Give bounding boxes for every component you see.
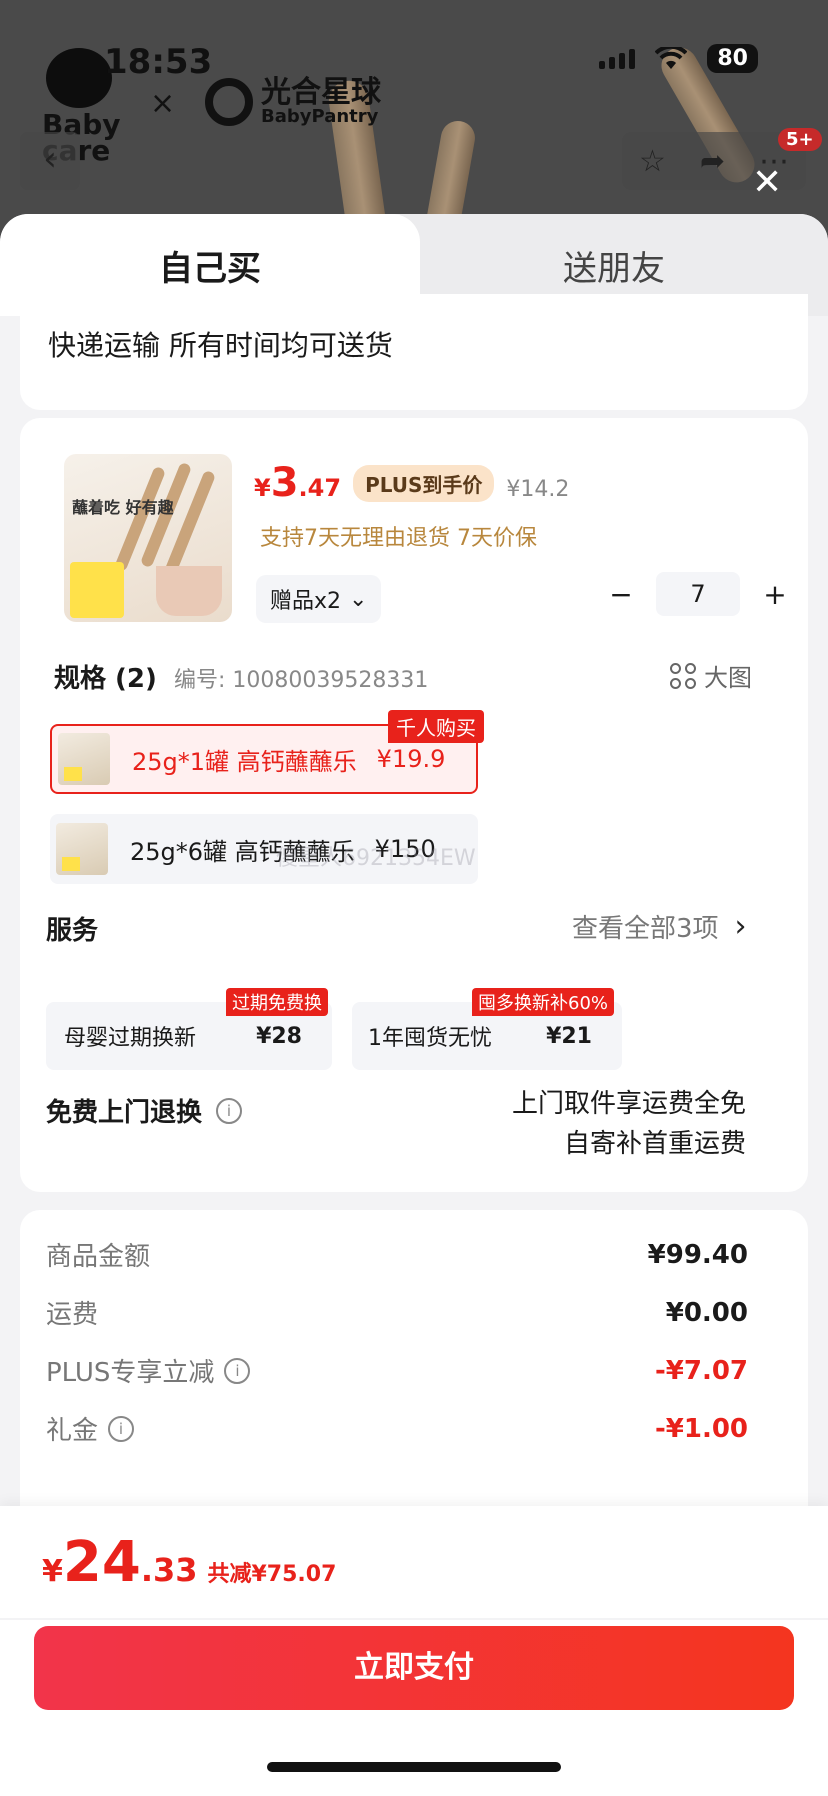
back-button[interactable]: ‹ [20, 132, 80, 190]
price-row: ¥3.47 PLUS到手价 ¥14.2 [254, 460, 569, 506]
brand-separator: × [150, 86, 176, 121]
service-price: ¥28 [256, 1023, 302, 1049]
chevron-right-icon: › [734, 909, 747, 944]
notification-badge: 5+ [778, 128, 822, 151]
spec-title: 规格 (2) [54, 664, 157, 694]
delivery-info: 快递运输 所有时间均可送货 [20, 294, 808, 410]
star-icon[interactable]: ☆ [639, 144, 666, 179]
checkout-footer: ¥24.33 共减¥75.07 立即支付 [0, 1506, 828, 1796]
sun-icon [205, 78, 253, 126]
option-price: ¥19.9 [376, 745, 446, 773]
status-icons: 80 [599, 44, 758, 73]
view-all-services[interactable]: 查看全部3项 › [572, 908, 747, 945]
babypantry-logo: 光合星球 BabyPantry [205, 78, 381, 126]
battery-icon: 80 [707, 44, 758, 73]
divider [0, 1618, 828, 1620]
watermark: 傻星人6921354EW [276, 846, 476, 871]
free-return-desc: 上门取件享运费全免 自寄补首重运费 [511, 1089, 746, 1159]
popular-badge: 千人购买 [388, 710, 484, 743]
increase-button[interactable]: + [756, 578, 794, 611]
status-time: 18:53 [104, 42, 213, 82]
option-thumbnail [56, 823, 108, 875]
return-support-text: 支持7天无理由退货 7天价保 [260, 526, 537, 551]
option-name: 25g*1罐 高钙蘸蘸乐 [132, 747, 357, 776]
gift-dropdown[interactable]: 赠品x2 ⌄ [256, 575, 382, 623]
price-summary: 商品金额 ¥99.40 运费 ¥0.00 PLUS专享立减 i -¥7.07 礼金… [20, 1210, 808, 1540]
product-code: 编号: 10080039528331 [174, 668, 429, 693]
big-image-label: 大图 [704, 664, 752, 692]
service-badge: 囤多换新补60% [472, 988, 615, 1016]
services-title: 服务 [46, 916, 99, 946]
service-name: 1年囤货无忧 [368, 1026, 492, 1051]
signal-icon [599, 48, 636, 69]
original-price: ¥14.2 [506, 477, 570, 502]
info-icon[interactable]: i [216, 1097, 243, 1124]
product-thumbnail[interactable]: 蘸着吃 好有趣 [64, 454, 232, 622]
pay-now-button[interactable]: 立即支付 [34, 1626, 794, 1710]
service-name: 母婴过期换新 [64, 1026, 197, 1051]
home-indicator [267, 1762, 561, 1772]
quantity-input[interactable]: 7 [656, 572, 740, 616]
summary-row: 商品金额 ¥99.40 [46, 1239, 748, 1273]
quantity-stepper: − 7 + [602, 572, 794, 616]
plus-price-tag: PLUS到手价 [353, 464, 495, 502]
total-price: ¥24.33 共减¥75.07 [42, 1530, 337, 1595]
product-card: 蘸着吃 好有趣 ¥3.47 PLUS到手价 ¥14.2 支持7天无理由退货 7天… [20, 418, 808, 1192]
close-icon[interactable]: ✕ [752, 165, 782, 201]
service-price: ¥21 [546, 1023, 592, 1049]
thumbnail-caption: 蘸着吃 好有趣 [72, 498, 174, 517]
chevron-left-icon: ‹ [43, 139, 57, 179]
service-option[interactable]: 1年囤货无忧 ¥21 囤多换新补60% [352, 988, 622, 1070]
info-icon[interactable]: i [108, 1415, 135, 1442]
summary-row: 礼金 i -¥1.00 [46, 1413, 748, 1447]
plus-price: ¥3.47 [254, 460, 342, 506]
big-image-toggle[interactable]: 大图 [670, 658, 752, 693]
service-badge: 过期免费换 [226, 988, 328, 1016]
chevron-down-icon: ⌄ [349, 586, 368, 612]
summary-row: PLUS专享立减 i -¥7.07 [46, 1355, 748, 1389]
free-return-title: 免费上门退换 i [46, 1092, 243, 1129]
summary-row: 运费 ¥0.00 [46, 1297, 748, 1331]
grid-icon [670, 662, 696, 689]
share-icon[interactable]: ➦ [700, 144, 725, 179]
delivery-text: 快递运输 所有时间均可送货 [48, 329, 393, 362]
gift-label: 赠品x2 [270, 589, 342, 614]
decrease-button[interactable]: − [602, 578, 640, 611]
wifi-icon [655, 46, 688, 69]
option-thumbnail [58, 733, 110, 785]
total-savings: 共减¥75.07 [207, 1562, 337, 1587]
service-option[interactable]: 母婴过期换新 ¥28 过期免费换 [46, 988, 332, 1070]
info-icon[interactable]: i [224, 1357, 251, 1384]
